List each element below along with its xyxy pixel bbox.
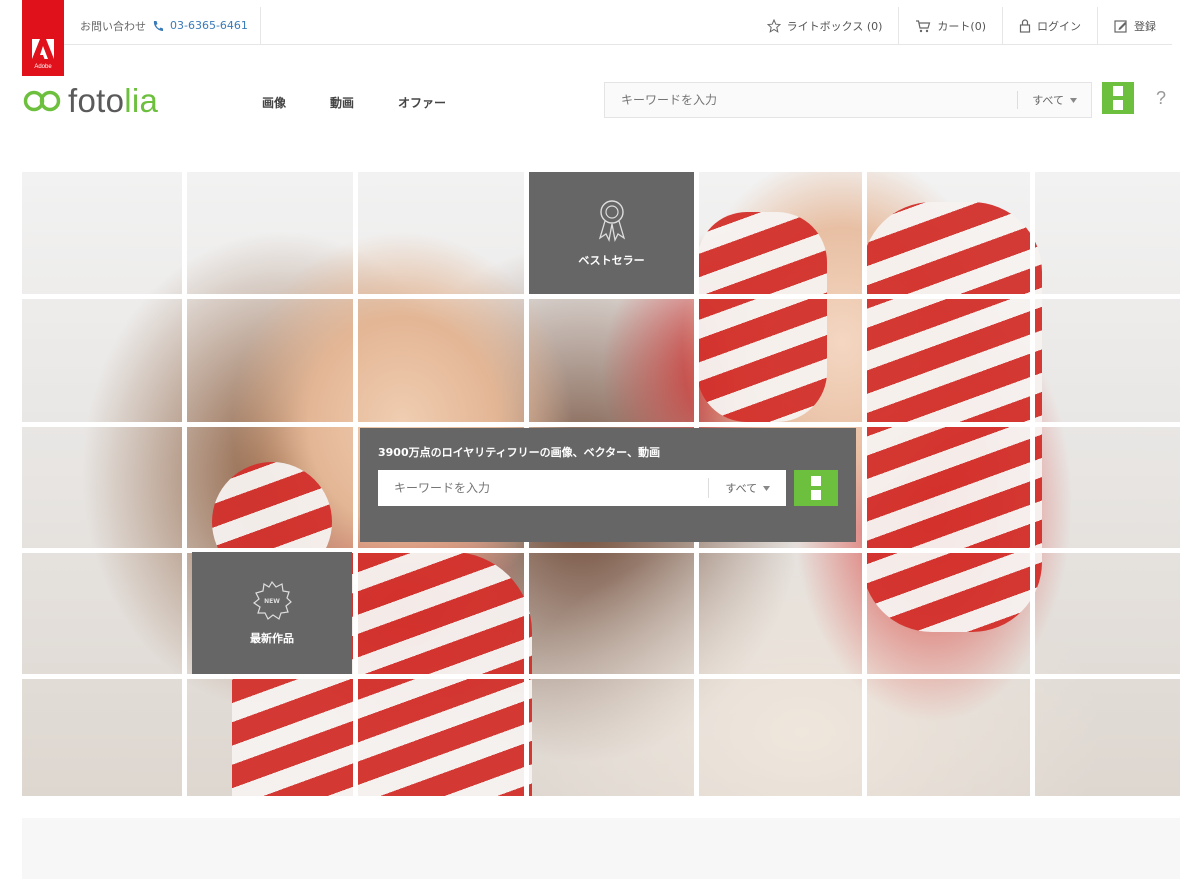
contact-info: お問い合わせ 03-6365-6461 [64, 7, 261, 44]
phone-icon [153, 20, 163, 31]
edit-icon [1114, 19, 1127, 33]
hero-search-input[interactable] [378, 470, 709, 506]
grid-divider [862, 172, 867, 796]
nav-item-images[interactable]: 画像 [262, 94, 286, 111]
adobe-logo-tab[interactable]: Adobe [22, 0, 64, 76]
login-link[interactable]: ログイン [1002, 7, 1097, 44]
star-icon [766, 18, 781, 33]
bestseller-label: ベストセラー [578, 254, 645, 267]
grid-divider [22, 422, 1180, 427]
logo-text-lia: lia [124, 82, 159, 119]
utility-bar: お問い合わせ 03-6365-6461 ライトボックス (0) カート(0) ロ… [64, 7, 1172, 45]
logo-wordmark: fotolia [68, 82, 158, 120]
phone-number[interactable]: 03-6365-6461 [170, 19, 248, 32]
account-links: ライトボックス (0) カート(0) ログイン 登録 [751, 7, 1172, 44]
register-link[interactable]: 登録 [1097, 7, 1172, 44]
new-badge-text: NEW [264, 598, 280, 605]
woman-sleeve-left [697, 212, 827, 422]
content-band [22, 818, 1180, 879]
site-header: fotolia 画像 動画 オファー すべて [0, 76, 1184, 132]
login-label: ログイン [1037, 19, 1081, 33]
grid-divider [182, 172, 187, 796]
grid-divider [22, 294, 1180, 299]
fotolia-logo[interactable]: fotolia [22, 82, 158, 120]
hero-category-select[interactable]: すべて [708, 478, 786, 498]
header-search-input[interactable] [605, 83, 1018, 117]
hero-banner: ベストセラー NEW 最新作品 3900万点のロイヤリティフリーの画像、ベクター… [22, 172, 1180, 796]
main-nav: 画像 動画 オファー [262, 94, 446, 111]
award-ribbon-icon [598, 200, 625, 242]
register-label: 登録 [1134, 19, 1156, 33]
nav-item-videos[interactable]: 動画 [330, 94, 354, 111]
bestseller-tile[interactable]: ベストセラー [529, 172, 694, 294]
logo-text-foto: foto [68, 82, 125, 119]
header-search-button[interactable] [1102, 82, 1134, 114]
adobe-logo-icon [32, 39, 54, 59]
nav-item-offers[interactable]: オファー [398, 94, 446, 111]
chevron-down-icon [1070, 97, 1077, 103]
lightbox-label: ライトボックス (0) [786, 19, 883, 33]
lightbox-link[interactable]: ライトボックス (0) [751, 7, 899, 44]
adobe-wordmark: Adobe [34, 64, 52, 70]
grid-divider [1030, 172, 1035, 796]
cart-icon [916, 19, 931, 32]
header-search-box: すべて [604, 82, 1092, 118]
search-icon [1113, 86, 1123, 110]
contact-label[interactable]: お問い合わせ [80, 18, 146, 34]
hero-search-box: すべて [378, 470, 787, 506]
new-works-tile[interactable]: NEW 最新作品 [192, 552, 352, 674]
chevron-down-icon [763, 485, 771, 491]
fotolia-logo-icon [23, 90, 61, 112]
new-works-label: 最新作品 [250, 632, 294, 645]
search-icon [811, 476, 822, 500]
header-category-select[interactable]: すべて [1017, 91, 1091, 109]
hero-search-panel: 3900万点のロイヤリティフリーの画像、ベクター、動画 すべて [360, 428, 856, 542]
hero-search-button[interactable] [794, 470, 838, 506]
hero-search-row: すべて [378, 470, 838, 506]
help-icon[interactable]: ? [1156, 88, 1166, 109]
grid-divider [22, 674, 1180, 679]
hero-search-title: 3900万点のロイヤリティフリーの画像、ベクター、動画 [378, 446, 661, 459]
grid-divider [353, 172, 358, 796]
new-badge-icon: NEW [252, 580, 292, 620]
header-category-label: すべて [1032, 94, 1064, 107]
cart-link[interactable]: カート(0) [898, 7, 1002, 44]
hero-category-label: すべて [725, 482, 758, 495]
lock-icon [1019, 18, 1031, 33]
cart-label: カート(0) [937, 19, 986, 33]
woman-sleeve-right [862, 202, 1042, 632]
